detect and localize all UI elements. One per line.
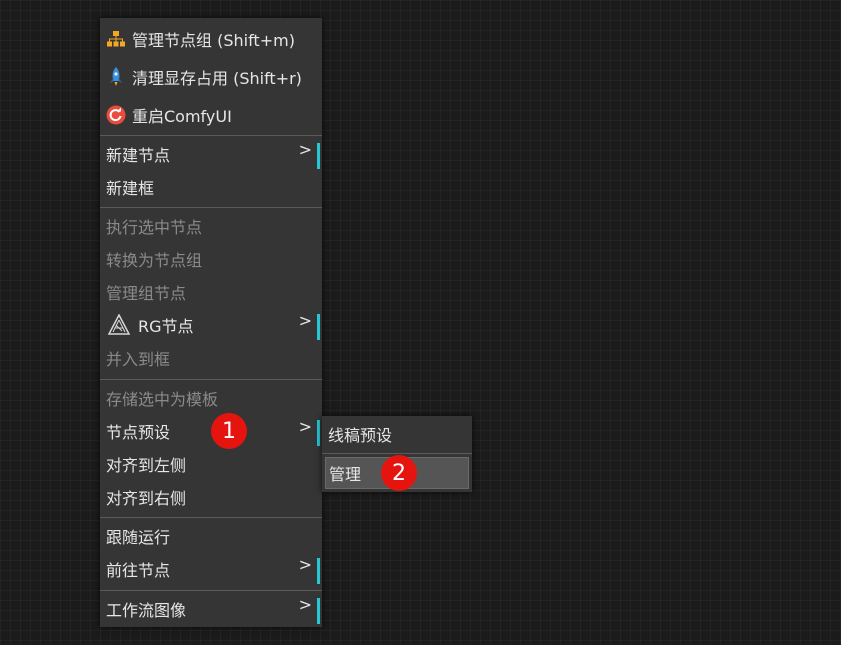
- menu-item-go-to-node[interactable]: 前往节点 >: [100, 554, 322, 584]
- restart-icon: [106, 105, 126, 125]
- submenu-indicator: [317, 598, 320, 624]
- submenu-indicator: [317, 558, 320, 584]
- menu-item-label: 管理节点组 (Shift+m): [132, 31, 295, 50]
- menu-item-new-frame[interactable]: 新建框: [100, 172, 322, 202]
- menu-item-restart-comfyui[interactable]: 重启ComfyUI: [100, 100, 322, 130]
- submenu-item-lineart-preset[interactable]: 线稿预设: [322, 418, 472, 450]
- submenu-item-label: 线稿预设: [328, 426, 393, 445]
- menu-item-label: 管理组节点: [106, 284, 187, 303]
- submenu-arrow-icon: >: [298, 417, 312, 436]
- menu-item-merge-into-frame[interactable]: 并入到框: [100, 343, 322, 373]
- menu-item-execute-selected[interactable]: 执行选中节点: [100, 211, 322, 241]
- separator: [100, 207, 322, 208]
- menu-item-manage-group-nodes[interactable]: 管理组节点: [100, 277, 322, 307]
- separator: [100, 590, 322, 591]
- separator: [322, 453, 472, 454]
- submenu-arrow-icon: >: [298, 140, 312, 159]
- submenu-arrow-icon: >: [298, 595, 312, 614]
- menu-item-label: 跟随运行: [106, 528, 171, 547]
- menu-item-label: 工作流图像: [106, 601, 187, 620]
- submenu-item-label: 管理: [329, 465, 362, 484]
- menu-item-label: 转换为节点组: [106, 251, 203, 270]
- menu-item-label: 存储选中为模板: [106, 390, 219, 409]
- submenu-indicator: [317, 420, 320, 446]
- menu-item-label: 重启ComfyUI: [132, 107, 232, 126]
- menu-item-label: RG节点: [138, 317, 194, 336]
- submenu-indicator: [317, 314, 320, 340]
- menu-item-workflow-image[interactable]: 工作流图像 >: [100, 594, 322, 624]
- menu-item-clear-vram[interactable]: 清理显存占用 (Shift+r): [100, 62, 322, 92]
- menu-item-label: 新建节点: [106, 146, 171, 165]
- menu-item-manage-node-groups[interactable]: 管理节点组 (Shift+m): [100, 24, 322, 54]
- menu-item-convert-to-group[interactable]: 转换为节点组: [100, 244, 322, 274]
- menu-item-label: 执行选中节点: [106, 218, 203, 237]
- submenu-arrow-icon: >: [298, 555, 312, 574]
- menu-item-label: 新建框: [106, 179, 155, 198]
- separator: [100, 379, 322, 380]
- context-menu: 管理节点组 (Shift+m) 清理显存占用 (Shift+r) 重启Comfy…: [100, 18, 322, 627]
- menu-item-label: 对齐到左侧: [106, 456, 187, 475]
- separator: [100, 517, 322, 518]
- menu-item-save-as-template[interactable]: 存储选中为模板: [100, 383, 322, 413]
- org-chart-icon: [106, 29, 126, 49]
- menu-item-rg-nodes[interactable]: RG节点 >: [100, 310, 322, 340]
- menu-item-label: 清理显存占用 (Shift+r): [132, 69, 302, 88]
- rocket-icon: [106, 67, 126, 87]
- menu-item-label: 对齐到右侧: [106, 489, 187, 508]
- menu-item-align-left[interactable]: 对齐到左侧: [100, 449, 322, 479]
- step-badge-1: 1: [211, 413, 247, 449]
- menu-item-new-node[interactable]: 新建节点 >: [100, 139, 322, 169]
- submenu-arrow-icon: >: [298, 311, 312, 330]
- submenu-indicator: [317, 143, 320, 169]
- step-badge-2: 2: [381, 455, 417, 491]
- menu-item-label: 并入到框: [106, 350, 171, 369]
- menu-item-follow-execution[interactable]: 跟随运行: [100, 521, 322, 551]
- menu-item-label: 前往节点: [106, 561, 171, 580]
- menu-item-label: 节点预设: [106, 423, 171, 442]
- rg-logo-icon: [106, 314, 132, 335]
- separator: [100, 135, 322, 136]
- menu-item-align-right[interactable]: 对齐到右侧: [100, 482, 322, 512]
